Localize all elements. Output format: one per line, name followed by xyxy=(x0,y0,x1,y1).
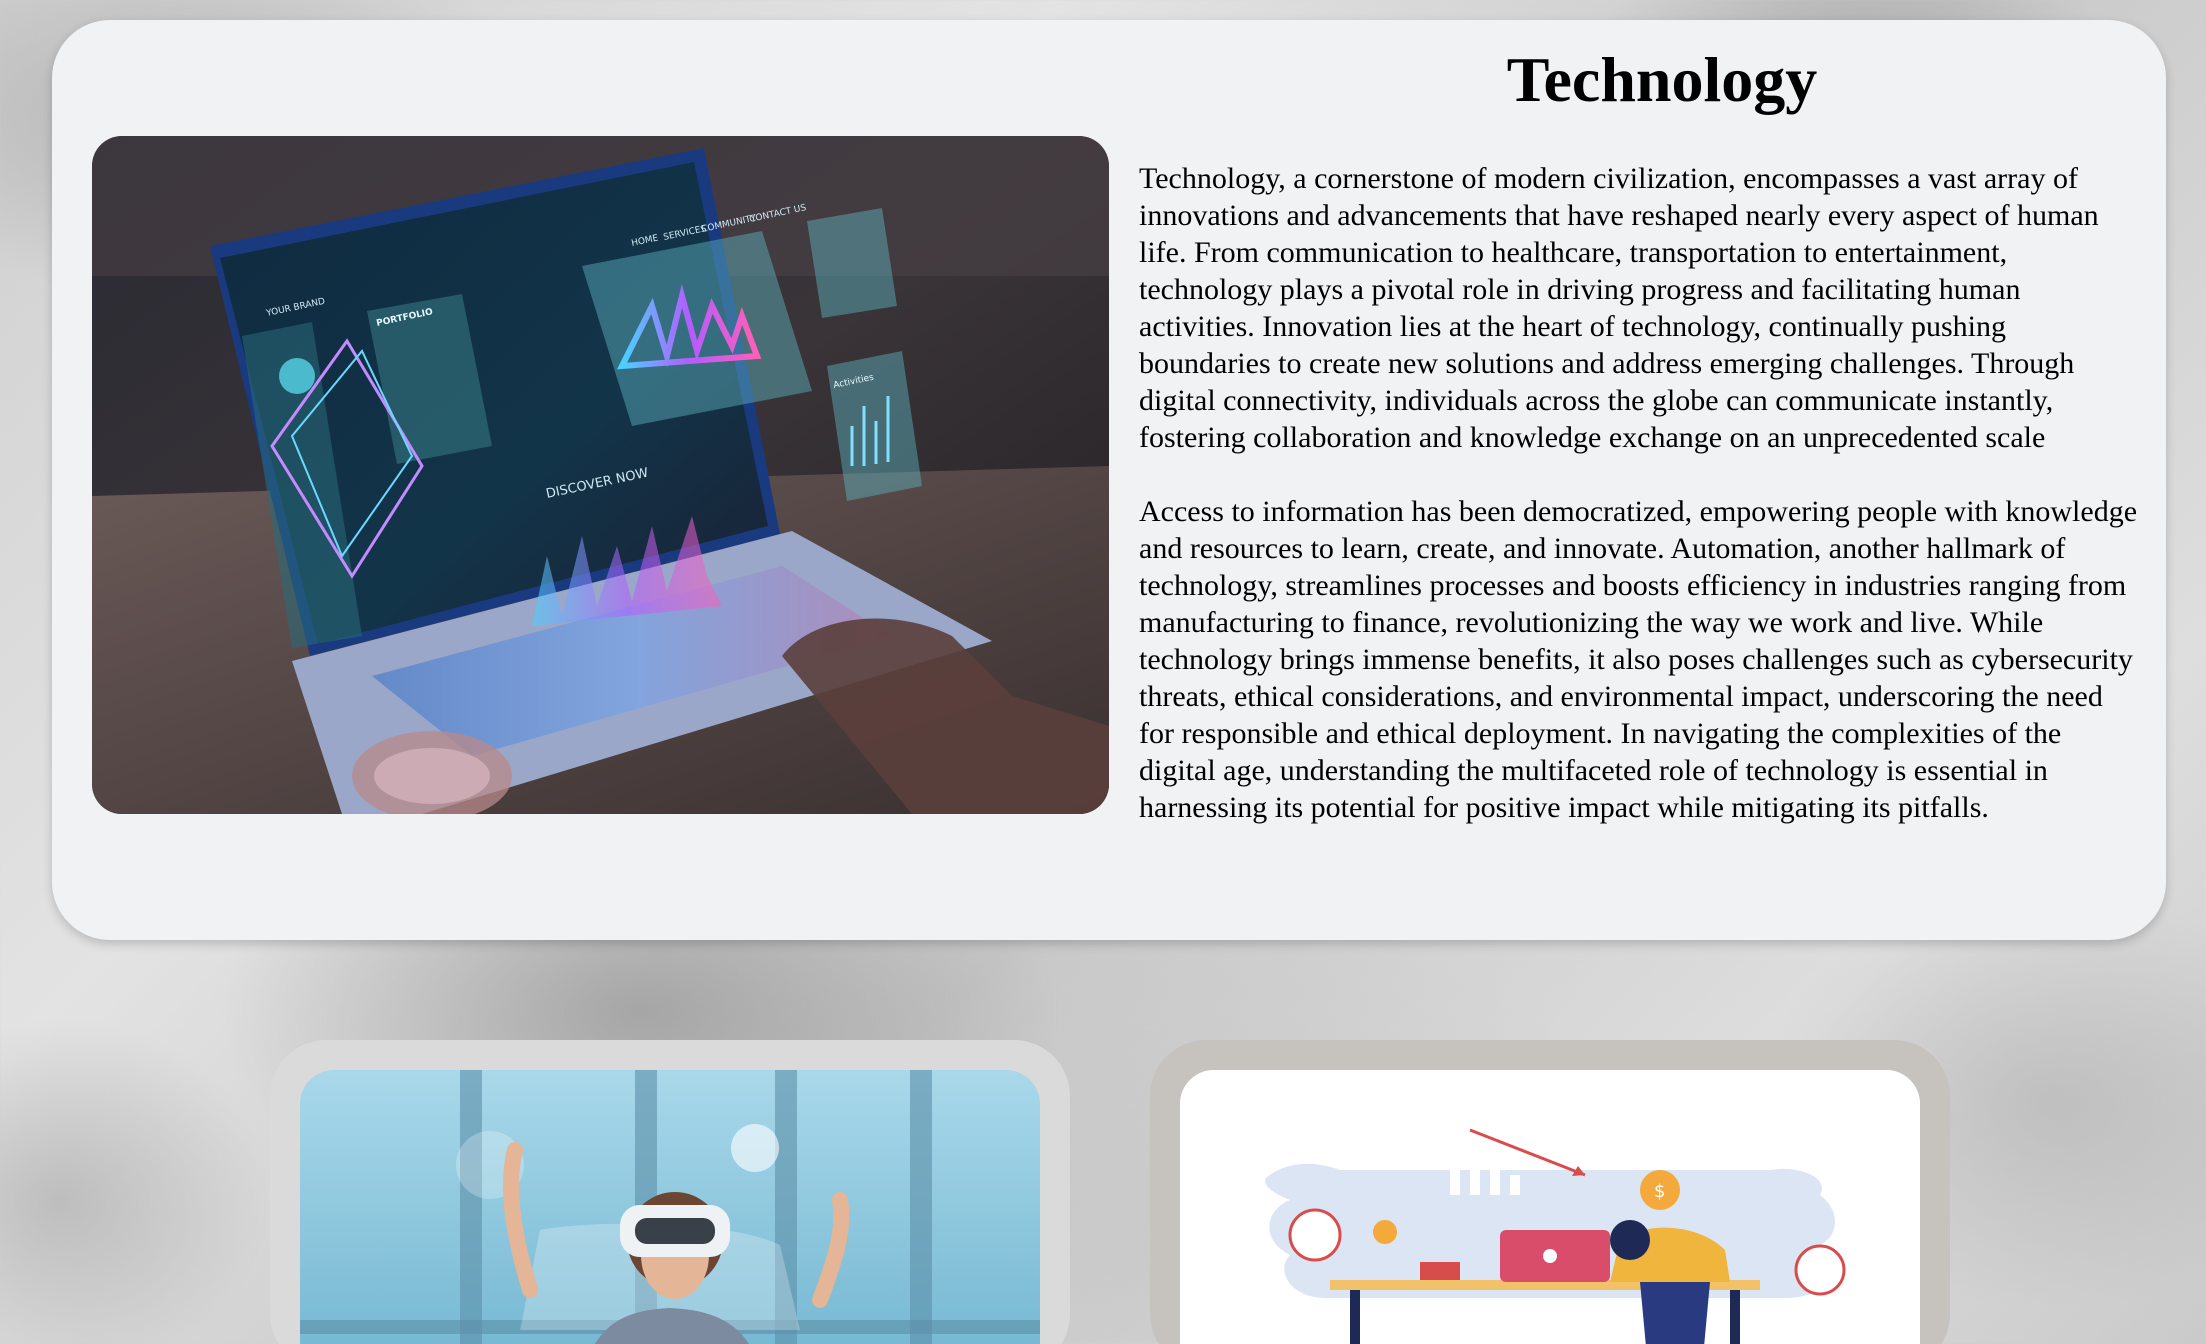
article-card: Technology HOME SERVICES COMMUNITY CONTA… xyxy=(52,20,2166,940)
paragraph-2: Access to information has been democrati… xyxy=(1139,495,2138,824)
paragraph-1: Technology, a cornerstone of modern civi… xyxy=(1139,162,2099,454)
laptop-hologram-image: HOME SERVICES COMMUNITY CONTACT US YOUR … xyxy=(92,136,1109,814)
finance-illustration-image: $ xyxy=(1180,1070,1920,1344)
article-body: Technology, a cornerstone of modern civi… xyxy=(1139,160,2139,863)
page-title: Technology xyxy=(1506,44,1818,115)
vr-headset-image xyxy=(300,1070,1040,1344)
svg-text:$: $ xyxy=(1654,1181,1665,1202)
vr-card xyxy=(270,1040,1070,1344)
finance-card: $ xyxy=(1150,1040,1950,1344)
